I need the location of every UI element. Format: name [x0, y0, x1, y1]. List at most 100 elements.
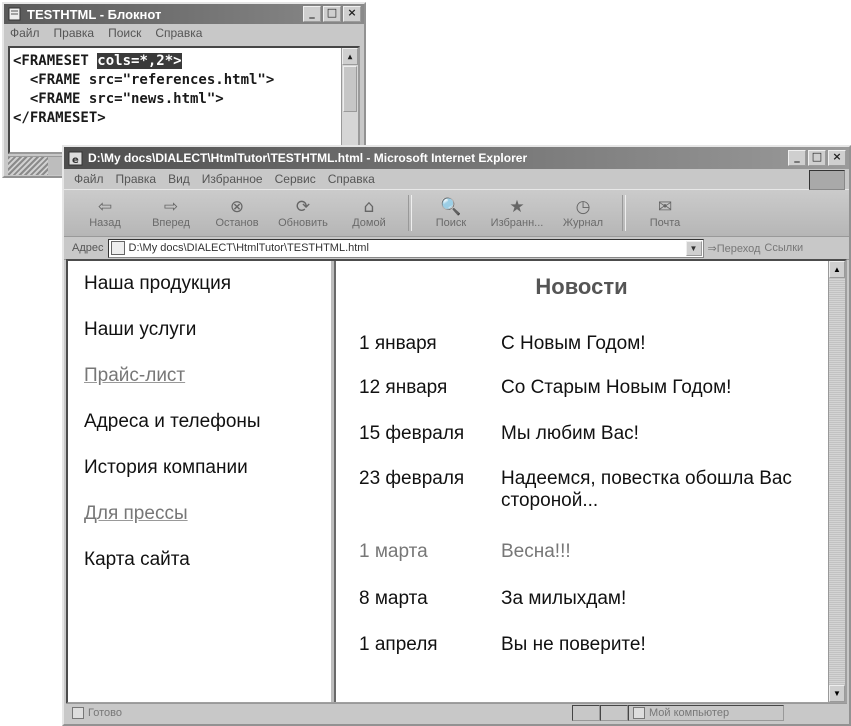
news-text: Вы не поверите!: [501, 634, 646, 655]
stop-button[interactable]: ⊗ Останов: [206, 192, 268, 234]
ie-window: e D:\My docs\DIALECT\HtmlTutor\TESTHTML.…: [62, 145, 851, 726]
page-content: Наша продукция Наши услуги Прайс-лист Ад…: [66, 259, 847, 704]
menu-search[interactable]: Поиск: [108, 26, 141, 40]
stop-icon: ⊗: [229, 197, 245, 217]
scroll-up-icon[interactable]: ▲: [342, 48, 358, 65]
history-button[interactable]: ◷ Журнал: [552, 192, 614, 234]
status-ready: Готово: [66, 707, 572, 719]
news-row: 1 марта Весна!!!: [359, 541, 811, 563]
menu-file[interactable]: Файл: [10, 26, 40, 40]
nav-link-sitemap[interactable]: Карта сайта: [84, 549, 331, 595]
forward-label: Вперед: [152, 217, 190, 229]
ie-menu-bar: Файл Правка Вид Избранное Сервис Справка: [64, 169, 849, 190]
selected-text: cols=*,2*>: [97, 53, 182, 69]
back-icon: ⇦: [97, 197, 113, 217]
refresh-icon: ⟳: [295, 197, 311, 217]
back-button[interactable]: ⇦ Назад: [74, 192, 136, 234]
menu-view[interactable]: Вид: [168, 172, 190, 186]
right-frame-scrollbar[interactable]: ▲ ▼: [828, 261, 845, 702]
mail-button[interactable]: ✉ Почта: [634, 192, 696, 234]
page-done-icon: [72, 707, 84, 719]
go-label: Переход: [716, 242, 761, 255]
nav-link-contacts[interactable]: Адреса и телефоны: [84, 411, 331, 457]
search-icon: 🔍: [440, 197, 462, 217]
news-text: За милыхдам!: [501, 588, 627, 609]
menu-edit[interactable]: Правка: [116, 172, 157, 186]
mail-label: Почта: [649, 217, 681, 229]
horizontal-scrollbar[interactable]: [8, 157, 48, 175]
news-text: Мы любим Вас!: [501, 423, 639, 444]
notepad-app-icon: [8, 7, 21, 21]
search-label: Поиск: [435, 217, 467, 229]
news-date: 1 апреля: [359, 634, 438, 655]
ie-app-icon: e: [68, 151, 83, 166]
minimize-button[interactable]: _: [788, 150, 806, 166]
refresh-button[interactable]: ⟳ Обновить: [272, 192, 334, 234]
code-line: <FRAME src="news.html">: [13, 91, 224, 107]
address-input[interactable]: D:\My docs\DIALECT\HtmlTutor\TESTHTML.ht…: [107, 238, 704, 258]
ie-title: D:\My docs\DIALECT\HtmlTutor\TESTHTML.ht…: [88, 151, 528, 165]
stop-label: Останов: [215, 217, 259, 229]
favorites-button[interactable]: ★ Избранн...: [486, 192, 548, 234]
menu-file[interactable]: Файл: [74, 172, 104, 186]
menu-favorites[interactable]: Избранное: [202, 172, 263, 186]
minimize-button[interactable]: _: [303, 6, 321, 22]
chevron-down-icon[interactable]: ▼: [685, 240, 702, 256]
menu-help[interactable]: Справка: [155, 26, 202, 40]
status-cell: [600, 705, 628, 721]
svg-text:e: e: [72, 155, 79, 166]
news-row: 1 января С Новым Годом!: [359, 333, 811, 355]
menu-edit[interactable]: Правка: [54, 26, 95, 40]
nav-link-history[interactable]: История компании: [84, 457, 331, 503]
close-button[interactable]: ×: [343, 6, 361, 22]
menu-help[interactable]: Справка: [328, 172, 375, 186]
search-button[interactable]: 🔍 Поиск: [420, 192, 482, 234]
status-cell: [572, 705, 600, 721]
maximize-button[interactable]: □: [323, 6, 341, 22]
scroll-thumb[interactable]: [343, 66, 357, 112]
news-row: 15 февраля Мы любим Вас!: [359, 423, 811, 445]
notepad-title-bar[interactable]: TESTHTML - Блокнот _ □ ×: [4, 4, 364, 24]
news-title: Новости: [535, 274, 628, 299]
address-bar: Адрес D:\My docs\DIALECT\HtmlTutor\TESTH…: [64, 237, 849, 260]
close-button[interactable]: ×: [828, 150, 846, 166]
notepad-vertical-scrollbar[interactable]: ▲: [341, 48, 358, 152]
maximize-button[interactable]: □: [808, 150, 826, 166]
ie-logo-icon: [809, 170, 845, 190]
scroll-up-icon[interactable]: ▲: [829, 261, 845, 278]
go-button[interactable]: ⇒Переход: [708, 242, 761, 255]
links-button[interactable]: Ссылки: [764, 242, 803, 254]
status-ready-text: Готово: [88, 707, 122, 719]
news-row: 8 марта За милыхдам!: [359, 588, 811, 610]
favorites-label: Избранн...: [490, 217, 544, 229]
home-label: Домой: [352, 217, 386, 229]
forward-button[interactable]: ⇨ Вперед: [140, 192, 202, 234]
news-date: 15 февраля: [359, 423, 465, 444]
nav-link-services[interactable]: Наши услуги: [84, 319, 331, 365]
notepad-text-area[interactable]: <FRAMESET cols=*,2*> <FRAME src="referen…: [8, 46, 360, 154]
computer-icon: [633, 707, 645, 719]
nav-link-press[interactable]: Для прессы: [84, 503, 331, 549]
news-row: 1 апреля Вы не поверите!: [359, 634, 811, 656]
scroll-down-icon[interactable]: ▼: [829, 685, 845, 702]
news-date: 1 января: [359, 333, 437, 354]
home-button[interactable]: ⌂ Домой: [338, 192, 400, 234]
toolbar-separator: [622, 195, 626, 231]
forward-icon: ⇨: [163, 197, 179, 217]
news-text: Со Старым Новым Годом!: [501, 377, 732, 398]
ie-toolbar: ⇦ Назад ⇨ Вперед ⊗ Останов ⟳ Обновить ⌂ Домой…: [64, 189, 849, 237]
menu-tools[interactable]: Сервис: [275, 172, 316, 186]
nav-link-pricelist[interactable]: Прайс-лист: [84, 365, 331, 411]
news-row: 12 января Со Старым Новым Годом!: [359, 377, 811, 399]
news-text: Надеемся, повестка обошла Вас стороной..…: [501, 468, 792, 511]
news-date: 12 января: [359, 377, 448, 398]
code-line: </FRAMESET>: [13, 110, 106, 126]
nav-link-products[interactable]: Наша продукция: [84, 273, 331, 319]
notepad-menu-bar: Файл Правка Поиск Справка: [4, 24, 364, 42]
status-zone: Мой компьютер: [628, 705, 784, 721]
right-frame: Новости 1 января С Новым Годом! 12 январ…: [336, 261, 845, 702]
code-text: <FRAMESET: [13, 53, 98, 69]
news-text: Весна!!!: [501, 541, 571, 562]
code-line: <FRAMESET cols=*,2*>: [13, 52, 336, 71]
ie-title-bar[interactable]: e D:\My docs\DIALECT\HtmlTutor\TESTHTML.…: [64, 147, 849, 169]
